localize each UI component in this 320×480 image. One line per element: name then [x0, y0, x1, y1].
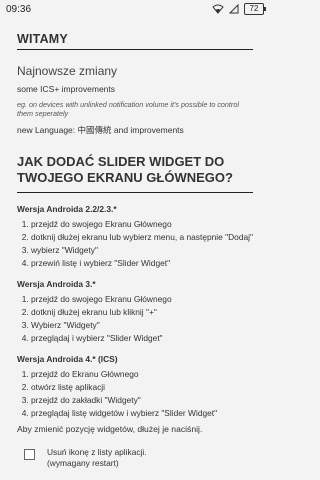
steps-list: przejdź do swojego Ekranu Głównego dotkn…: [17, 219, 253, 268]
section-title: Wersja Androida 3.*: [17, 278, 96, 289]
section-android-4: Wersja Androida 4.* (ICS) przejdź do Ekr…: [17, 354, 253, 418]
steps-list: przejdź do swojego Ekranu Głównego dotkn…: [17, 294, 253, 343]
list-item: przewiń listę i wybierz "Slider Widget": [31, 258, 253, 268]
list-item: przeglądaj listę widgetów i wybierz "Sli…: [31, 408, 253, 418]
widget-position-hint: Aby zmienić pozycję widgetów, dłużej je …: [17, 424, 203, 435]
divider: [17, 49, 253, 50]
battery-icon: 72: [244, 3, 266, 15]
list-item: wybierz "Widgety": [31, 245, 253, 255]
changes-title: Najnowsze zmiany: [17, 64, 118, 78]
howto-title-line-1: JAK DODAĆ SLIDER WIDGET DO: [17, 154, 225, 169]
changes-note: eg. on devices with unlinked notificatio…: [17, 100, 239, 118]
remove-icon-option[interactable]: Usuń ikonę z listy aplikacji. (wymagany …: [17, 447, 253, 468]
list-item: przeglądaj i wybierz "Slider Widget": [31, 333, 253, 343]
section-android-3: Wersja Androida 3.* przejdź do swojego E…: [17, 279, 253, 343]
list-item: Wybierz "Widgety": [31, 320, 253, 330]
list-item: dotknij dłużej ekranu lub kliknij "+": [31, 307, 253, 317]
wifi-icon: [212, 4, 224, 14]
status-bar: 09:36 72: [0, 0, 270, 18]
changes-line-1: some ICS+ improvements: [17, 84, 116, 94]
welcome-title: WITAMY: [17, 32, 68, 46]
section-title: Wersja Androida 4.* (ICS): [17, 354, 118, 365]
list-item: otwórz listę aplikacji: [31, 382, 253, 392]
section-android-2: Wersja Androida 2.2/2.3.* przejdź do swo…: [17, 204, 253, 268]
list-item: dotknij dłużej ekranu lub wybierz menu, …: [31, 232, 253, 242]
status-time: 09:36: [6, 3, 32, 15]
remove-icon-label-line-1: Usuń ikonę z listy aplikacji.: [47, 447, 147, 458]
howto-title: JAK DODAĆ SLIDER WIDGET DO TWOJEGO EKRAN…: [17, 154, 253, 187]
steps-list: przejdź do Ekranu Głównego otwórz listę …: [17, 369, 253, 418]
status-icons: 72: [212, 3, 266, 15]
remove-icon-label[interactable]: Usuń ikonę z listy aplikacji. (wymagany …: [47, 447, 147, 468]
changes-line-2: new Language: 中國傳統 and improvements: [17, 125, 184, 135]
signal-icon: [229, 4, 239, 14]
list-item: przejdź do Ekranu Głównego: [31, 369, 253, 379]
battery-level: 72: [249, 4, 259, 13]
section-title: Wersja Androida 2.2/2.3.*: [17, 203, 117, 214]
list-item: przejdź do swojego Ekranu Głównego: [31, 219, 253, 229]
list-item: przejdź do zakładki "Widgety": [31, 395, 253, 405]
list-item: przejdź do swojego Ekranu Głównego: [31, 294, 253, 304]
howto-title-line-2: TWOJEGO EKRANU GŁÓWNEGO?: [17, 170, 233, 186]
remove-icon-checkbox[interactable]: [24, 449, 35, 461]
remove-icon-label-line-2: (wymagany restart): [47, 457, 119, 468]
divider: [17, 191, 253, 193]
welcome-screen: WITAMY Najnowsze zmiany some ICS+ improv…: [0, 32, 270, 468]
